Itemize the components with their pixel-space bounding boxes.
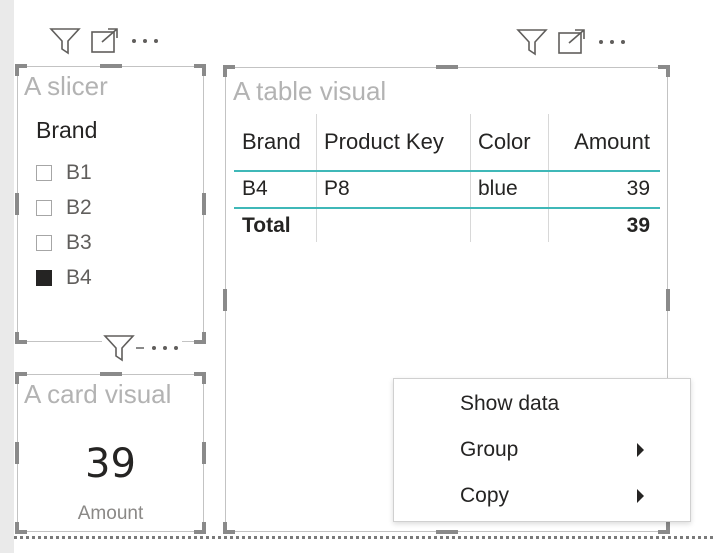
total-label: Total bbox=[242, 213, 291, 237]
canvas-left-gutter bbox=[0, 0, 14, 553]
card-label: Amount bbox=[77, 503, 144, 524]
filter-icon[interactable] bbox=[48, 26, 82, 56]
menu-item-label: Copy bbox=[460, 484, 510, 507]
divider bbox=[136, 347, 144, 349]
checkbox-checked[interactable] bbox=[36, 269, 52, 286]
slicer-item-b3[interactable]: B3 bbox=[36, 225, 92, 260]
slicer-header-icons bbox=[48, 26, 162, 56]
resize-handle[interactable] bbox=[666, 65, 670, 77]
canvas-bottom-border bbox=[14, 536, 713, 539]
slicer-item-label: B2 bbox=[66, 195, 92, 219]
checkbox[interactable] bbox=[36, 234, 52, 251]
table-cell: 39 bbox=[626, 176, 650, 200]
card-header-icons bbox=[102, 333, 182, 363]
resize-handle[interactable] bbox=[15, 372, 19, 384]
checkbox[interactable] bbox=[36, 199, 52, 216]
menu-item-label: Group bbox=[460, 438, 519, 461]
resize-handle[interactable] bbox=[202, 193, 206, 215]
more-options-icon[interactable] bbox=[595, 27, 629, 57]
submenu-arrow-icon bbox=[637, 443, 644, 457]
table-title: A table visual bbox=[233, 76, 387, 106]
table-row[interactable]: B4 P8 blue 39 bbox=[234, 170, 660, 207]
table-header-icons bbox=[515, 27, 629, 57]
resize-handle[interactable] bbox=[15, 332, 19, 344]
filter-icon[interactable] bbox=[515, 27, 549, 57]
resize-handle[interactable] bbox=[202, 64, 206, 76]
card-value: 39 bbox=[85, 441, 136, 487]
resize-handle[interactable] bbox=[99, 372, 122, 376]
context-menu: Show data Group Copy bbox=[393, 378, 691, 522]
submenu-arrow-icon bbox=[637, 489, 644, 503]
resize-handle[interactable] bbox=[666, 522, 670, 534]
slicer-item-label: B3 bbox=[66, 230, 92, 254]
resize-handle[interactable] bbox=[223, 288, 227, 311]
resize-handle[interactable] bbox=[435, 65, 458, 69]
table-cell: P8 bbox=[324, 176, 350, 200]
resize-handle[interactable] bbox=[202, 372, 206, 384]
column-header-color[interactable]: Color bbox=[470, 129, 548, 155]
slicer-visual[interactable]: A slicer Brand B1 B2 B3 B4 bbox=[15, 64, 206, 344]
slicer-item-b2[interactable]: B2 bbox=[36, 190, 92, 225]
column-header-product-key[interactable]: Product Key bbox=[316, 129, 470, 155]
slicer-item-b1[interactable]: B1 bbox=[36, 155, 92, 190]
focus-mode-icon[interactable] bbox=[555, 27, 589, 57]
more-options-icon[interactable] bbox=[128, 26, 162, 56]
menu-item-label: Show data bbox=[460, 392, 560, 415]
resize-handle[interactable] bbox=[15, 193, 19, 215]
table-cell: B4 bbox=[242, 176, 268, 200]
checkbox[interactable] bbox=[36, 164, 52, 181]
slicer-item-b4[interactable]: B4 bbox=[36, 260, 92, 295]
menu-item-show-data[interactable]: Show data bbox=[394, 381, 690, 427]
slicer-item-label: B4 bbox=[66, 265, 92, 289]
card-title: A card visual bbox=[24, 379, 172, 409]
slicer-field-header: Brand bbox=[36, 117, 98, 143]
column-header-brand[interactable]: Brand bbox=[234, 129, 316, 155]
slicer-item-label: B1 bbox=[66, 160, 92, 184]
column-header-amount[interactable]: Amount bbox=[548, 129, 658, 155]
table-grid: Brand Product Key Color Amount B4 P8 blu… bbox=[234, 114, 660, 244]
resize-handle[interactable] bbox=[99, 64, 122, 68]
resize-handle[interactable] bbox=[666, 288, 670, 311]
table-total-row[interactable]: Total 39 bbox=[234, 207, 660, 244]
menu-item-copy[interactable]: Copy bbox=[394, 473, 690, 519]
card-visual[interactable]: A card visual 39 Amount bbox=[15, 372, 206, 534]
slicer-title: A slicer bbox=[24, 71, 108, 101]
slicer-item-list: B1 B2 B3 B4 bbox=[36, 155, 92, 295]
total-value: 39 bbox=[626, 213, 650, 237]
filter-icon[interactable] bbox=[102, 333, 136, 363]
resize-handle[interactable] bbox=[15, 64, 19, 76]
table-cell: blue bbox=[478, 176, 518, 200]
focus-mode-icon[interactable] bbox=[88, 26, 122, 56]
resize-handle[interactable] bbox=[435, 530, 458, 534]
resize-handle[interactable] bbox=[202, 332, 206, 344]
menu-item-group[interactable]: Group bbox=[394, 427, 690, 473]
more-options-icon[interactable] bbox=[148, 333, 182, 363]
resize-handle[interactable] bbox=[223, 522, 227, 534]
table-header-row: Brand Product Key Color Amount bbox=[234, 114, 660, 170]
resize-handle[interactable] bbox=[223, 65, 227, 77]
